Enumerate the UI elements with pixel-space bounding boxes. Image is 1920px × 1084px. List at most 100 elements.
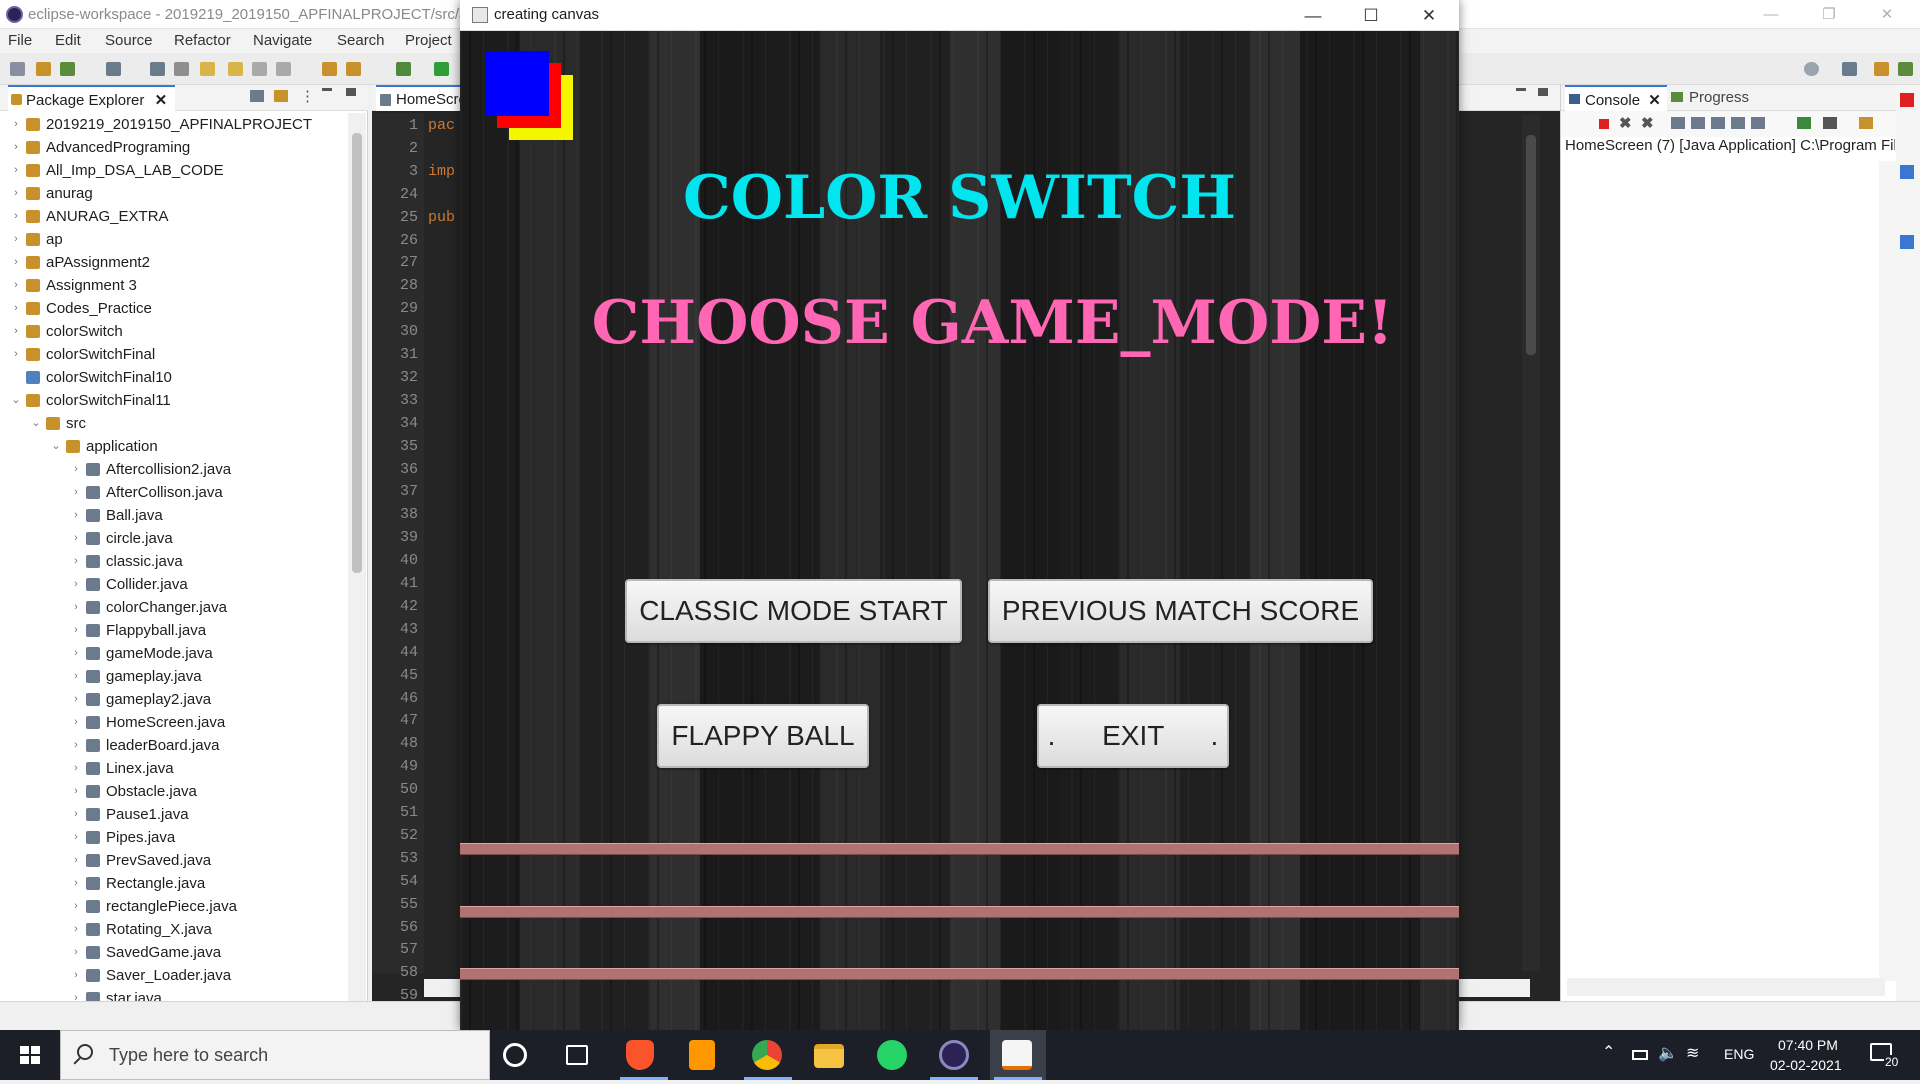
- tree-item[interactable]: › aPAssignment2: [0, 251, 346, 274]
- terminate-icon[interactable]: [1599, 119, 1609, 129]
- tree-item[interactable]: › leaderBoard.java: [0, 734, 346, 757]
- collapse-all-icon[interactable]: [250, 90, 264, 102]
- chevron-right-icon[interactable]: ›: [10, 182, 22, 205]
- tree-item[interactable]: › ANURAG_EXTRA: [0, 205, 346, 228]
- clock-date[interactable]: 02-02-2021: [1770, 1057, 1842, 1073]
- chevron-right-icon[interactable]: ›: [70, 895, 82, 918]
- chevron-up-icon[interactable]: ⌃: [1602, 1042, 1615, 1062]
- minimize-icon[interactable]: —: [1748, 0, 1794, 29]
- close-icon[interactable]: ✕: [1864, 0, 1910, 29]
- chevron-right-icon[interactable]: ›: [70, 711, 82, 734]
- cortana-icon[interactable]: [503, 1043, 527, 1067]
- save-icon[interactable]: [150, 62, 165, 76]
- chevron-right-icon[interactable]: ›: [10, 136, 22, 159]
- remove-launch-icon[interactable]: ✖: [1619, 114, 1632, 132]
- chevron-down-icon[interactable]: ⌄: [30, 412, 42, 435]
- tree-item[interactable]: › gameMode.java: [0, 642, 346, 665]
- restore-icon[interactable]: ❐: [1806, 0, 1852, 29]
- chevron-right-icon[interactable]: ›: [10, 159, 22, 182]
- sublime-icon[interactable]: [689, 1040, 715, 1070]
- tree-item[interactable]: › PrevSaved.java: [0, 849, 346, 872]
- chevron-right-icon[interactable]: ›: [70, 458, 82, 481]
- trim-icon[interactable]: [1900, 235, 1914, 249]
- tree-item[interactable]: › Saver_Loader.java: [0, 964, 346, 987]
- minimize-view-icon[interactable]: [1516, 88, 1526, 91]
- chevron-right-icon[interactable]: ›: [70, 596, 82, 619]
- toolbar-icon[interactable]: [60, 62, 75, 76]
- toolbar-icon[interactable]: [10, 62, 25, 76]
- editor-vertical-scrollbar[interactable]: [1522, 115, 1540, 971]
- chevron-right-icon[interactable]: ›: [10, 274, 22, 297]
- exit-button[interactable]: . EXIT .: [1037, 704, 1229, 768]
- tree-item[interactable]: ⌄ src: [0, 412, 346, 435]
- eclipse-icon[interactable]: [939, 1040, 969, 1070]
- chevron-right-icon[interactable]: ›: [70, 665, 82, 688]
- chevron-right-icon[interactable]: ›: [70, 550, 82, 573]
- toolbar-icon[interactable]: [276, 62, 291, 76]
- tree-item[interactable]: › Flappyball.java: [0, 619, 346, 642]
- link-editor-icon[interactable]: [274, 90, 288, 102]
- whatsapp-icon[interactable]: [877, 1040, 907, 1070]
- close-icon[interactable]: ✕: [1648, 92, 1661, 109]
- chevron-right-icon[interactable]: ›: [70, 757, 82, 780]
- tree-item[interactable]: colorSwitchFinal10: [0, 366, 346, 389]
- start-button[interactable]: [0, 1030, 60, 1080]
- trim-icon[interactable]: [1900, 93, 1914, 107]
- wifi-icon[interactable]: ≋: [1686, 1043, 1699, 1063]
- chevron-right-icon[interactable]: ›: [70, 527, 82, 550]
- tab-console[interactable]: Console ✕: [1565, 85, 1667, 111]
- toolbar-icon[interactable]: [106, 62, 121, 76]
- chevron-right-icon[interactable]: ›: [10, 297, 22, 320]
- toolbar-icon[interactable]: [228, 62, 243, 76]
- chevron-right-icon[interactable]: ›: [10, 251, 22, 274]
- tab-package-explorer[interactable]: Package Explorer ✕: [8, 85, 176, 111]
- tree-item[interactable]: › colorSwitch: [0, 320, 346, 343]
- chevron-right-icon[interactable]: ›: [70, 573, 82, 596]
- view-menu-icon[interactable]: ⋮: [300, 87, 315, 105]
- chevron-right-icon[interactable]: ›: [10, 205, 22, 228]
- tree-item[interactable]: › Pipes.java: [0, 826, 346, 849]
- perspective-icon[interactable]: [1842, 62, 1857, 76]
- tree-item[interactable]: › anurag: [0, 182, 346, 205]
- toolbar-icon[interactable]: [36, 62, 51, 76]
- game-canvas[interactable]: COLOR SWITCH CHOOSE GAME_MODE! CLASSIC M…: [460, 31, 1459, 1030]
- menu-project[interactable]: Project: [405, 32, 452, 49]
- task-view-icon[interactable]: [566, 1045, 588, 1065]
- tree-item[interactable]: › ap: [0, 228, 346, 251]
- tree-item[interactable]: › Aftercollision2.java: [0, 458, 346, 481]
- java-icon[interactable]: [1002, 1040, 1032, 1070]
- tree-item[interactable]: › gameplay.java: [0, 665, 346, 688]
- tree-item[interactable]: › Linex.java: [0, 757, 346, 780]
- chevron-right-icon[interactable]: ›: [70, 941, 82, 964]
- battery-icon[interactable]: [1632, 1050, 1648, 1060]
- chevron-right-icon[interactable]: ›: [70, 872, 82, 895]
- tab-progress[interactable]: Progress: [1671, 89, 1749, 106]
- chrome-icon[interactable]: [752, 1040, 782, 1070]
- console-horizontal-scrollbar[interactable]: [1567, 978, 1885, 996]
- menu-search[interactable]: Search: [337, 32, 385, 49]
- maximize-icon[interactable]: ☐: [1342, 0, 1400, 31]
- previous-score-button[interactable]: PREVIOUS MATCH SCORE: [988, 579, 1373, 643]
- chevron-right-icon[interactable]: ›: [70, 504, 82, 527]
- maximize-view-icon[interactable]: [1538, 88, 1548, 96]
- language-indicator[interactable]: ENG: [1724, 1046, 1754, 1062]
- classic-mode-button[interactable]: CLASSIC MODE START: [625, 579, 962, 643]
- clear-console-icon[interactable]: [1671, 117, 1685, 129]
- chevron-right-icon[interactable]: ›: [10, 113, 22, 136]
- menu-refactor[interactable]: Refactor: [174, 32, 231, 49]
- display-console-icon[interactable]: [1823, 117, 1837, 129]
- brave-icon[interactable]: [626, 1040, 654, 1070]
- console-vertical-scrollbar[interactable]: [1879, 161, 1897, 981]
- tree-item[interactable]: › 2019219_2019150_APFINALPROJECT: [0, 113, 346, 136]
- tree-item[interactable]: › Assignment 3: [0, 274, 346, 297]
- flappy-ball-button[interactable]: FLAPPY BALL: [657, 704, 869, 768]
- chevron-right-icon[interactable]: ›: [70, 849, 82, 872]
- close-icon[interactable]: ✕: [155, 92, 168, 109]
- package-explorer-scrollbar[interactable]: [348, 113, 366, 1001]
- trim-icon[interactable]: [1900, 165, 1914, 179]
- run-icon[interactable]: [434, 62, 449, 76]
- menu-file[interactable]: File: [8, 32, 32, 49]
- tree-item[interactable]: › Collider.java: [0, 573, 346, 596]
- maximize-view-icon[interactable]: [346, 88, 356, 96]
- tree-item[interactable]: › AfterCollison.java: [0, 481, 346, 504]
